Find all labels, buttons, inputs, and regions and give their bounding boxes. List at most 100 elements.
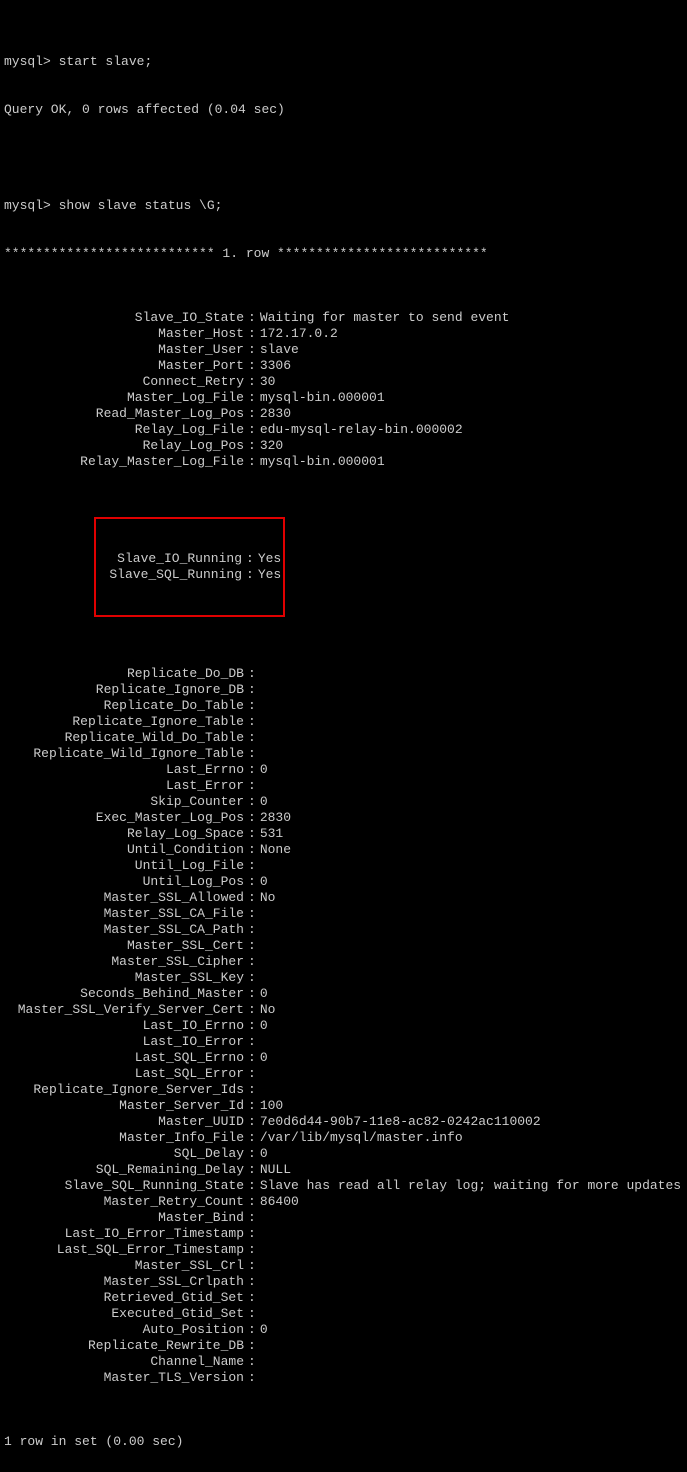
status-row: Master_Bind: (4, 1210, 683, 1226)
field-label: Replicate_Wild_Do_Table (4, 730, 244, 746)
field-value: Yes (258, 551, 281, 567)
separator: : (244, 826, 260, 842)
separator: : (244, 730, 260, 746)
separator: : (244, 1274, 260, 1290)
field-label: Replicate_Ignore_DB (4, 682, 244, 698)
status-row: Master_Retry_Count:86400 (4, 1194, 683, 1210)
field-value: 0 (260, 794, 268, 810)
field-value: 0 (260, 1322, 268, 1338)
separator: : (244, 438, 260, 454)
field-label: Slave_SQL_Running (98, 567, 242, 583)
status-row: Master_SSL_Crlpath: (4, 1274, 683, 1290)
separator: : (244, 1098, 260, 1114)
field-label: Replicate_Wild_Ignore_Table (4, 746, 244, 762)
status-row: Replicate_Rewrite_DB: (4, 1338, 683, 1354)
field-label: Master_SSL_Cert (4, 938, 244, 954)
status-row: Until_Condition:None (4, 842, 683, 858)
field-value: None (260, 842, 291, 858)
field-value: Slave has read all relay log; waiting fo… (260, 1178, 681, 1194)
field-label: Replicate_Do_DB (4, 666, 244, 682)
separator: : (244, 1066, 260, 1082)
field-label: SQL_Delay (4, 1146, 244, 1162)
field-value: 2830 (260, 810, 291, 826)
field-label: Relay_Log_File (4, 422, 244, 438)
field-value: 0 (260, 1050, 268, 1066)
highlight-box: Slave_IO_Running:YesSlave_SQL_Running:Ye… (94, 517, 285, 617)
separator: : (244, 374, 260, 390)
field-label: Master_SSL_Crl (4, 1258, 244, 1274)
separator: : (244, 1370, 260, 1386)
field-label: Master_UUID (4, 1114, 244, 1130)
field-label: Relay_Log_Space (4, 826, 244, 842)
status-row: Slave_SQL_Running_State:Slave has read a… (4, 1178, 683, 1194)
field-label: SQL_Remaining_Delay (4, 1162, 244, 1178)
field-label: Master_SSL_CA_File (4, 906, 244, 922)
field-value: 0 (260, 1018, 268, 1034)
separator: : (244, 1130, 260, 1146)
status-row: Last_SQL_Error_Timestamp: (4, 1242, 683, 1258)
field-value: 3306 (260, 358, 291, 374)
separator: : (244, 970, 260, 986)
footer: 1 row in set (0.00 sec) (4, 1434, 683, 1450)
separator: : (244, 714, 260, 730)
status-row: Master_SSL_CA_File: (4, 906, 683, 922)
separator: : (244, 1194, 260, 1210)
status-row: Master_SSL_Crl: (4, 1258, 683, 1274)
separator: : (244, 1242, 260, 1258)
field-label: Last_SQL_Error (4, 1066, 244, 1082)
field-value: 0 (260, 762, 268, 778)
separator: : (244, 358, 260, 374)
separator: : (244, 938, 260, 954)
field-label: Slave_IO_State (4, 310, 244, 326)
separator: : (244, 1162, 260, 1178)
field-label: Skip_Counter (4, 794, 244, 810)
status-row: Until_Log_Pos:0 (4, 874, 683, 890)
status-row: Skip_Counter:0 (4, 794, 683, 810)
separator: : (244, 1146, 260, 1162)
field-label: Last_SQL_Error_Timestamp (4, 1242, 244, 1258)
field-value: No (260, 890, 276, 906)
separator: : (244, 954, 260, 970)
status-row: Seconds_Behind_Master:0 (4, 986, 683, 1002)
separator: : (244, 1338, 260, 1354)
status-row: Slave_IO_Running:Yes (98, 551, 281, 567)
status-row: Last_Errno:0 (4, 762, 683, 778)
field-value: Waiting for master to send event (260, 310, 510, 326)
separator: : (244, 1354, 260, 1370)
status-row: Master_SSL_Key: (4, 970, 683, 986)
status-row: Last_Error: (4, 778, 683, 794)
command-text: start slave; (59, 54, 153, 70)
field-value: 86400 (260, 1194, 299, 1210)
status-row: Master_SSL_Verify_Server_Cert:No (4, 1002, 683, 1018)
status-row: Replicate_Ignore_Table: (4, 714, 683, 730)
field-value: /var/lib/mysql/master.info (260, 1130, 463, 1146)
separator: : (244, 682, 260, 698)
field-label: Master_User (4, 342, 244, 358)
field-value: 531 (260, 826, 283, 842)
field-value: edu-mysql-relay-bin.000002 (260, 422, 463, 438)
status-row: Relay_Log_File:edu-mysql-relay-bin.00000… (4, 422, 683, 438)
separator: : (244, 1034, 260, 1050)
separator: : (244, 310, 260, 326)
separator: : (244, 666, 260, 682)
field-label: Executed_Gtid_Set (4, 1306, 244, 1322)
field-label: Master_Server_Id (4, 1098, 244, 1114)
field-label: Master_Log_File (4, 390, 244, 406)
status-row: Slave_SQL_Running:Yes (98, 567, 281, 583)
prompt: mysql> (4, 54, 51, 70)
field-label: Master_SSL_Crlpath (4, 1274, 244, 1290)
separator: : (244, 1322, 260, 1338)
status-row: Master_Server_Id:100 (4, 1098, 683, 1114)
separator: : (244, 1002, 260, 1018)
field-value: 0 (260, 1146, 268, 1162)
field-label: Relay_Master_Log_File (4, 454, 244, 470)
status-row: Replicate_Wild_Do_Table: (4, 730, 683, 746)
prompt: mysql> (4, 198, 51, 214)
separator: : (244, 454, 260, 470)
field-value: Yes (258, 567, 281, 583)
field-label: Replicate_Do_Table (4, 698, 244, 714)
blank-line (4, 150, 683, 166)
separator: : (244, 326, 260, 342)
separator: : (244, 794, 260, 810)
status-row: Auto_Position:0 (4, 1322, 683, 1338)
